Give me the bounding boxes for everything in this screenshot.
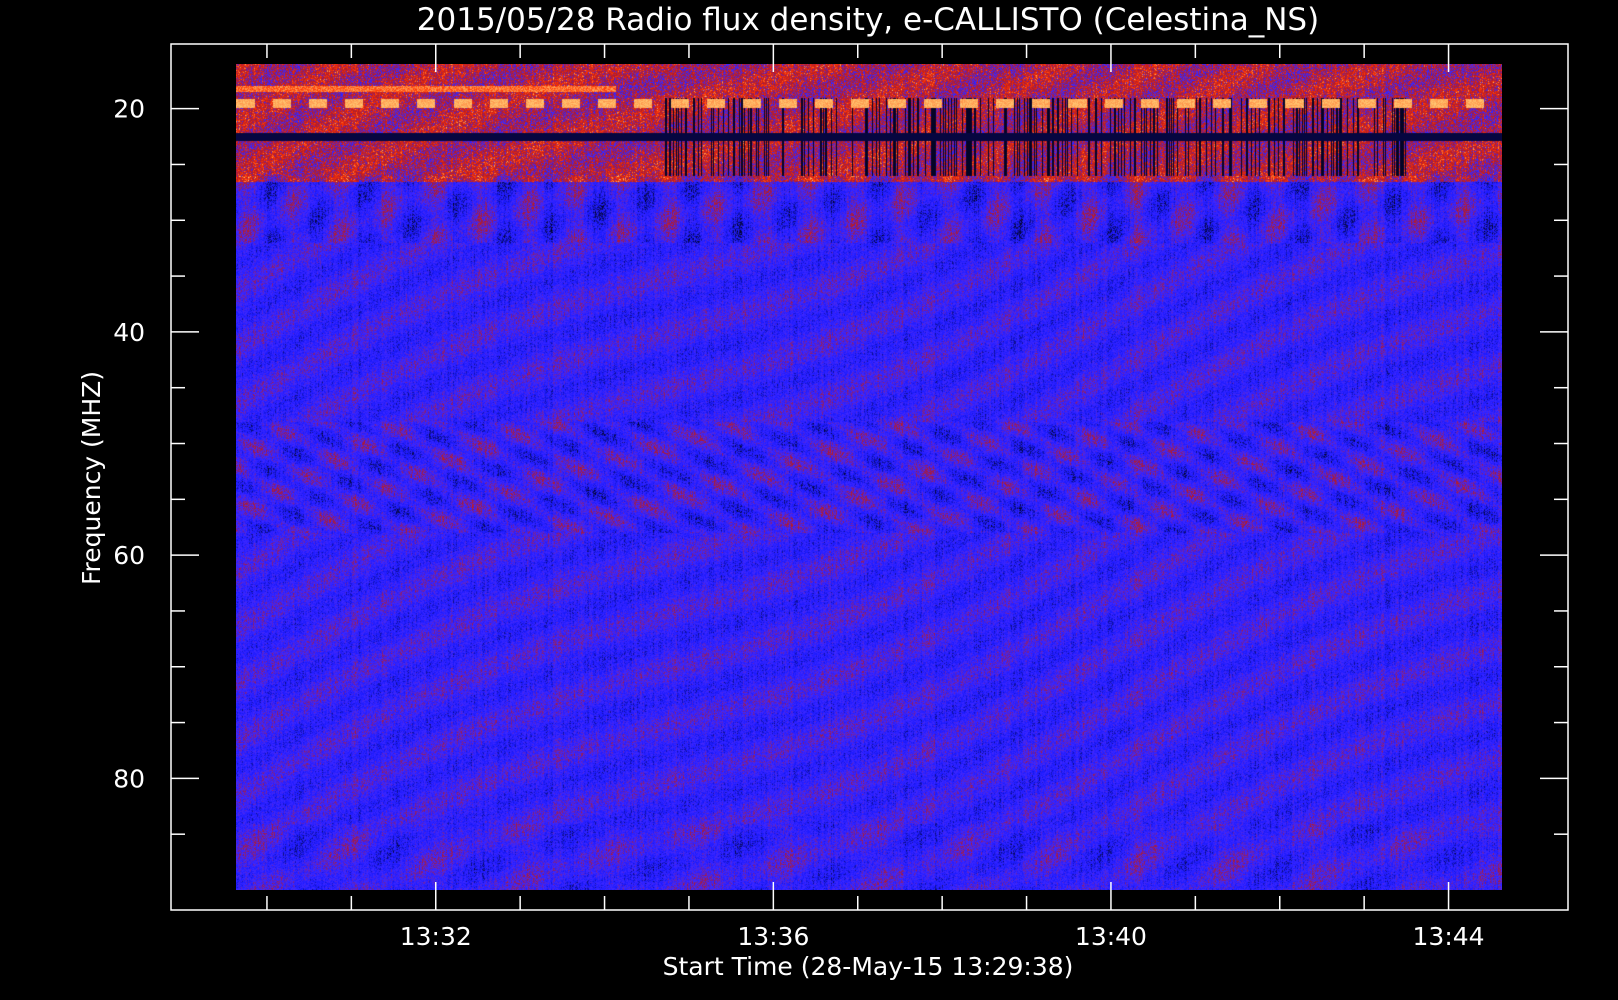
- x-axis-label: Start Time (28-May-15 13:29:38): [663, 952, 1074, 981]
- x-tick-label: 13:36: [737, 922, 809, 951]
- spectrogram-image: [236, 64, 1502, 890]
- x-tick-label: 13:40: [1075, 922, 1147, 951]
- spectrogram-figure: 2015/05/28 Radio flux density, e-CALLIST…: [0, 0, 1618, 1000]
- y-axis-label: Frequency (MHZ): [77, 371, 106, 585]
- x-tick-label: 13:32: [400, 922, 472, 951]
- chart-title: 2015/05/28 Radio flux density, e-CALLIST…: [417, 2, 1319, 38]
- spectrogram-heatmap: [236, 64, 1502, 890]
- y-tick-label: 40: [113, 318, 145, 347]
- x-tick-label: 13:44: [1413, 922, 1485, 951]
- y-tick-label: 80: [113, 764, 145, 793]
- y-tick-label: 20: [113, 95, 145, 124]
- y-tick-label: 60: [113, 541, 145, 570]
